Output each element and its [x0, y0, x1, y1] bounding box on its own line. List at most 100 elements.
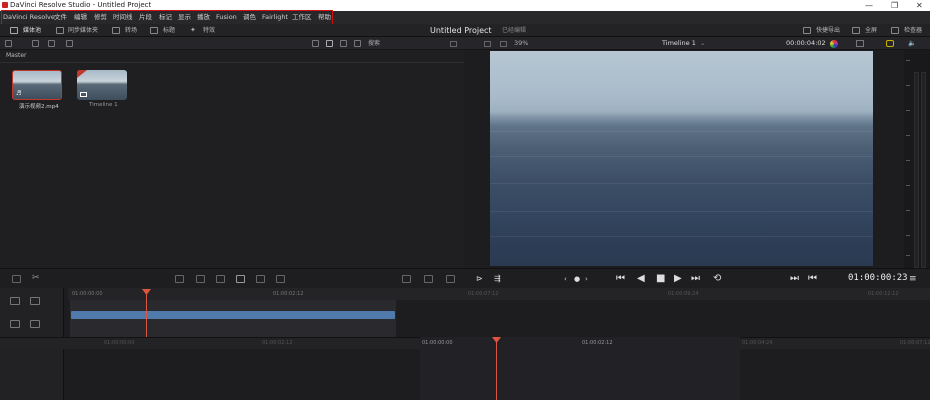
project-status: 已经编辑 — [502, 27, 527, 34]
timeline-corner-marker — [77, 70, 87, 78]
audio-level-right — [921, 72, 926, 268]
jog-right-icon[interactable]: › — [585, 272, 588, 286]
audio-level-left — [914, 72, 919, 268]
titles-icon — [150, 27, 158, 34]
timeline-thumbnail-name: Timeline 1 — [89, 102, 118, 108]
overwrite-clip-icon[interactable] — [196, 275, 205, 283]
timeline-thumbnail[interactable] — [77, 70, 127, 100]
metadata-view-icon[interactable] — [340, 40, 347, 47]
lower-playhead[interactable] — [496, 339, 497, 400]
audio-meter — [904, 50, 930, 268]
go-to-end-icon[interactable]: ⏭ — [691, 272, 700, 286]
quick-export-button[interactable]: 快捷导出 — [816, 24, 840, 37]
ruler-timecode: 01:00:00:00 — [422, 340, 453, 346]
insert-clip-icon[interactable] — [175, 275, 184, 283]
titles-button[interactable]: 标题 — [163, 24, 175, 37]
bin-name: Master — [6, 52, 27, 59]
effects-button[interactable]: 特效 — [203, 24, 215, 37]
text-tool-icon[interactable] — [10, 297, 20, 305]
timeline-view-icon[interactable] — [12, 275, 21, 283]
search-input[interactable]: 搜索 — [368, 37, 380, 50]
upper-timeline-ruler[interactable]: 01:00:00:00 01:00:02:12 01:00:07:12 01:0… — [68, 288, 930, 300]
next-edit-icon[interactable]: ⏮ — [808, 272, 817, 286]
clip-mode-icon[interactable]: ⊳ — [476, 272, 483, 286]
append-icon[interactable] — [276, 275, 285, 283]
effects-icon: ✦ — [190, 26, 196, 34]
fit-to-fill-icon[interactable] — [236, 275, 245, 283]
viewer-layout-icon[interactable] — [450, 41, 457, 47]
media-pool-panel — [0, 37, 464, 269]
upper-playhead[interactable] — [146, 290, 147, 338]
blade-tool-icon[interactable] — [30, 297, 40, 305]
media-clip-thumbnail[interactable]: ♬ — [12, 70, 62, 100]
import-icon[interactable] — [48, 40, 55, 47]
fullscreen-icon — [852, 27, 860, 34]
fullscreen-viewer-icon[interactable] — [446, 275, 455, 283]
sync-bin-button[interactable]: 同步媒体夹 — [68, 24, 98, 37]
timeline-icon — [80, 92, 87, 97]
new-bin-icon[interactable] — [32, 40, 39, 47]
transitions-icon — [112, 27, 120, 34]
ruler-timecode: 01:00:02:12 — [582, 340, 613, 346]
replace-clip-icon[interactable] — [216, 275, 225, 283]
current-timecode: 01:00:00:23 — [848, 273, 908, 283]
transitions-button[interactable]: 转场 — [125, 24, 137, 37]
volume-icon[interactable]: 🔈 — [908, 37, 916, 50]
audio-note-icon: ♬ — [16, 90, 22, 97]
minimize-button[interactable]: — — [865, 0, 873, 11]
panel-toggle-icon[interactable] — [5, 40, 12, 47]
link-toggle-icon[interactable] — [30, 320, 40, 328]
chat-icon[interactable] — [886, 40, 894, 47]
timeline-clip[interactable] — [71, 311, 395, 319]
ruler-timecode: 01:00:07:12 — [900, 340, 930, 346]
menu-highlight-box — [1, 10, 333, 25]
stop-icon[interactable]: ■ — [656, 272, 665, 286]
viewer-timeline-name[interactable]: Timeline 1 — [662, 37, 696, 50]
ruler-timecode: 01:00:09:24 — [668, 291, 699, 297]
timeline-duration: 00:00:04:02 — [786, 39, 826, 47]
color-wheel-icon[interactable] — [830, 40, 838, 48]
single-viewer-icon[interactable] — [484, 41, 491, 47]
ruler-timecode: 01:00:04:24 — [742, 340, 773, 346]
ruler-timecode: 01:00:02:12 — [262, 340, 293, 346]
list-view-icon[interactable] — [312, 40, 319, 47]
dual-viewer-icon[interactable] — [500, 41, 507, 47]
link-icon[interactable] — [66, 40, 73, 47]
menu-icon[interactable]: ≡ — [909, 272, 917, 286]
viewer-options-icon[interactable] — [856, 40, 864, 47]
sort-icon[interactable] — [354, 40, 361, 47]
play-reverse-icon[interactable]: ◀ — [637, 272, 645, 286]
viewer-mode-icon[interactable] — [424, 275, 433, 283]
trim-mode-icon[interactable]: ⇶ — [494, 272, 501, 286]
viewer-toolbar: 39% Timeline 1 ⌄ 00:00:04:02 🔈 — [450, 37, 930, 50]
media-clip-name: 演示视频2.mp4 — [19, 104, 59, 110]
quick-export-icon — [803, 27, 811, 34]
previous-edit-icon[interactable]: ⏭ — [790, 272, 799, 286]
chevron-down-icon[interactable]: ⌄ — [700, 37, 705, 50]
play-icon[interactable]: ▶ — [674, 272, 682, 286]
ruler-timecode: 01:00:00:00 — [104, 340, 135, 346]
loop-icon[interactable]: ⟲ — [713, 272, 721, 286]
place-on-top-icon[interactable] — [256, 275, 265, 283]
ruler-timecode: 01:00:07:12 — [468, 291, 499, 297]
snap-icon[interactable] — [10, 320, 20, 328]
scissors-icon[interactable]: ✂ — [32, 273, 40, 283]
divider — [0, 62, 464, 63]
ruler-timecode: 01:00:00:00 — [72, 291, 103, 297]
edit-tools-bar: ✂ — [0, 268, 464, 288]
video-frame[interactable] — [490, 51, 873, 266]
thumbnail-view-icon[interactable] — [326, 40, 333, 47]
zoom-level[interactable]: 39% — [514, 37, 528, 50]
ruler-timecode: 01:00:02:12 — [273, 291, 304, 297]
inspector-button[interactable]: 检查器 — [904, 24, 922, 37]
maximize-button[interactable]: ❐ — [891, 0, 898, 11]
inspector-icon — [891, 27, 899, 34]
media-pool-icon — [10, 27, 18, 34]
safe-area-icon[interactable] — [402, 275, 411, 283]
go-to-start-icon[interactable]: ⏮ — [616, 272, 625, 286]
jog-dot-icon[interactable]: ● — [574, 272, 580, 286]
close-button[interactable]: ✕ — [916, 0, 923, 11]
fullscreen-button[interactable]: 全屏 — [865, 24, 877, 37]
media-pool-button[interactable]: 媒体池 — [23, 24, 41, 37]
jog-left-icon[interactable]: ‹ — [564, 272, 567, 286]
